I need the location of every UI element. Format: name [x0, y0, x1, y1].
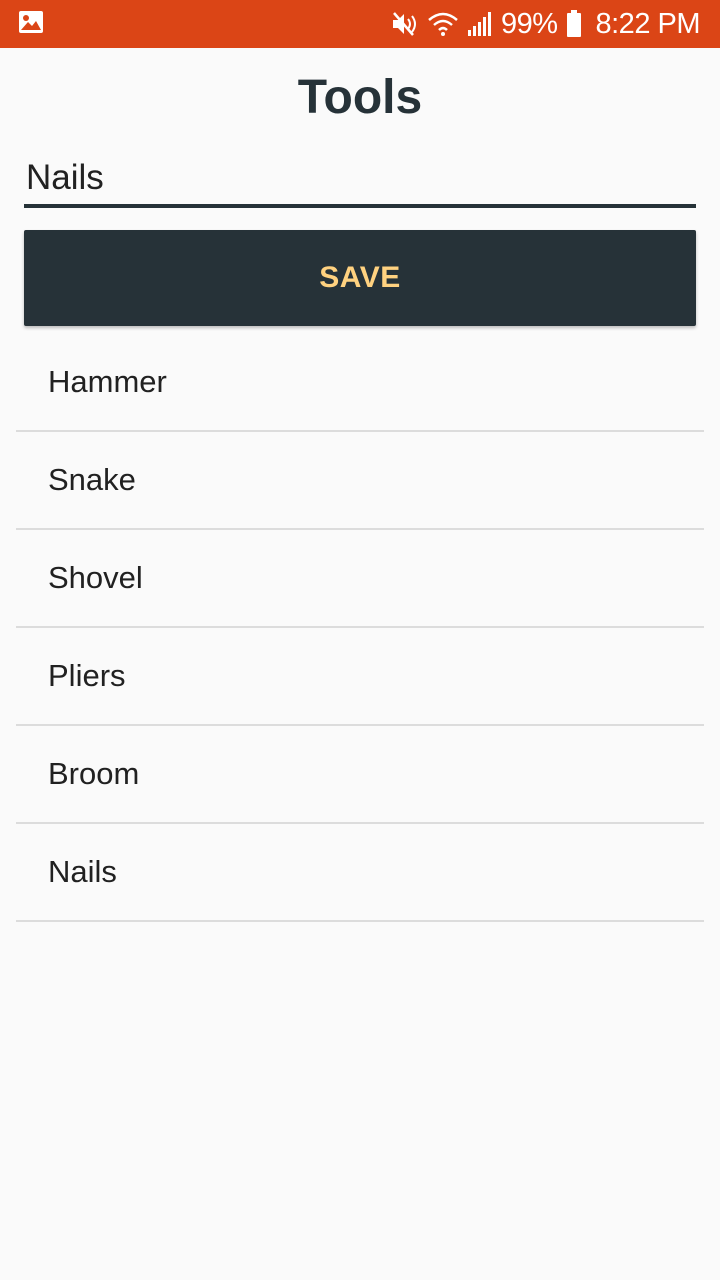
image-icon	[18, 10, 44, 39]
mute-icon	[391, 11, 419, 37]
status-bar: 99% 8:22 PM	[0, 0, 720, 48]
list-item[interactable]: Broom	[16, 726, 704, 824]
tool-name-input[interactable]	[24, 152, 696, 208]
tools-list: Hammer Snake Shovel Pliers Broom Nails	[16, 334, 704, 922]
battery-icon	[566, 10, 582, 38]
clock: 8:22 PM	[595, 7, 701, 40]
list-item[interactable]: Shovel	[16, 530, 704, 628]
list-item[interactable]: Nails	[16, 824, 704, 922]
list-item[interactable]: Hammer	[16, 334, 704, 432]
list-item[interactable]: Snake	[16, 432, 704, 530]
save-button[interactable]: SAVE	[24, 230, 696, 326]
page-title: Tools	[297, 71, 423, 124]
wifi-icon	[427, 11, 459, 37]
list-item[interactable]: Pliers	[16, 628, 704, 726]
signal-icon	[467, 11, 493, 37]
battery-percent: 99%	[500, 7, 558, 40]
